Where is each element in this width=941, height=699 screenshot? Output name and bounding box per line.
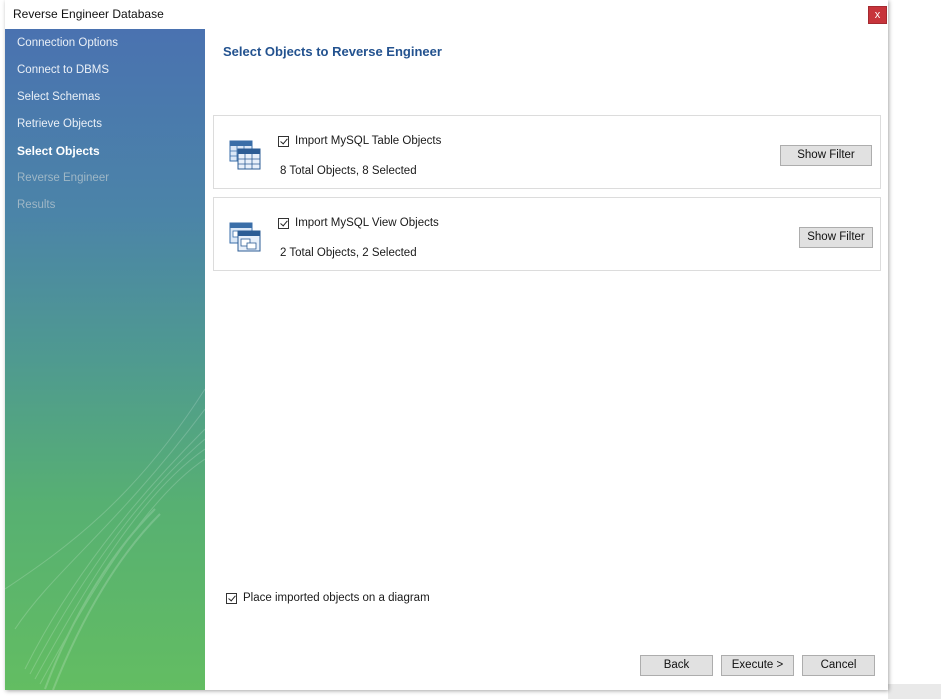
page-title: Select Objects to Reverse Engineer xyxy=(223,44,442,59)
main-content: Select Objects to Reverse Engineer Impor… xyxy=(205,29,888,690)
cancel-button[interactable]: Cancel xyxy=(802,655,875,676)
step-results: Results xyxy=(17,199,56,211)
step-select-schemas: Select Schemas xyxy=(17,91,101,103)
import-views-label: Import MySQL View Objects xyxy=(295,217,439,229)
wizard-sidebar: Connection Options Connect to DBMS Selec… xyxy=(5,29,205,690)
import-tables-label: Import MySQL Table Objects xyxy=(295,135,442,147)
place-on-diagram-checkbox[interactable] xyxy=(226,593,237,604)
show-filter-views-button[interactable]: Show Filter xyxy=(799,227,873,248)
step-connect-to-dbms: Connect to DBMS xyxy=(17,64,110,76)
tables-summary: 8 Total Objects, 8 Selected xyxy=(280,165,417,177)
import-tables-checkbox[interactable] xyxy=(278,136,289,147)
table-objects-group: Import MySQL Table Objects 8 Total Objec… xyxy=(213,115,881,189)
title-bar: Reverse Engineer Database x xyxy=(5,0,888,29)
step-connection-options: Connection Options xyxy=(17,37,119,49)
window-title: Reverse Engineer Database xyxy=(13,7,164,21)
step-reverse-engineer: Reverse Engineer xyxy=(17,172,110,184)
wizard-steps: Connection Options Connect to DBMS Selec… xyxy=(17,36,118,225)
table-objects-icon xyxy=(229,140,261,170)
place-on-diagram-label: Place imported objects on a diagram xyxy=(243,592,430,604)
view-objects-group: Import MySQL View Objects 2 Total Object… xyxy=(213,197,881,271)
close-button[interactable]: x xyxy=(868,6,887,24)
background-strip xyxy=(888,684,941,699)
execute-button[interactable]: Execute > xyxy=(721,655,794,676)
view-objects-icon xyxy=(229,222,261,252)
import-views-checkbox[interactable] xyxy=(278,218,289,229)
reverse-engineer-dialog: Reverse Engineer Database x Connection O… xyxy=(5,0,888,690)
step-select-objects: Select Objects xyxy=(17,144,100,158)
views-summary: 2 Total Objects, 2 Selected xyxy=(280,247,417,259)
back-button[interactable]: Back xyxy=(640,655,713,676)
step-retrieve-objects: Retrieve Objects xyxy=(17,118,103,130)
show-filter-tables-button[interactable]: Show Filter xyxy=(780,145,872,166)
